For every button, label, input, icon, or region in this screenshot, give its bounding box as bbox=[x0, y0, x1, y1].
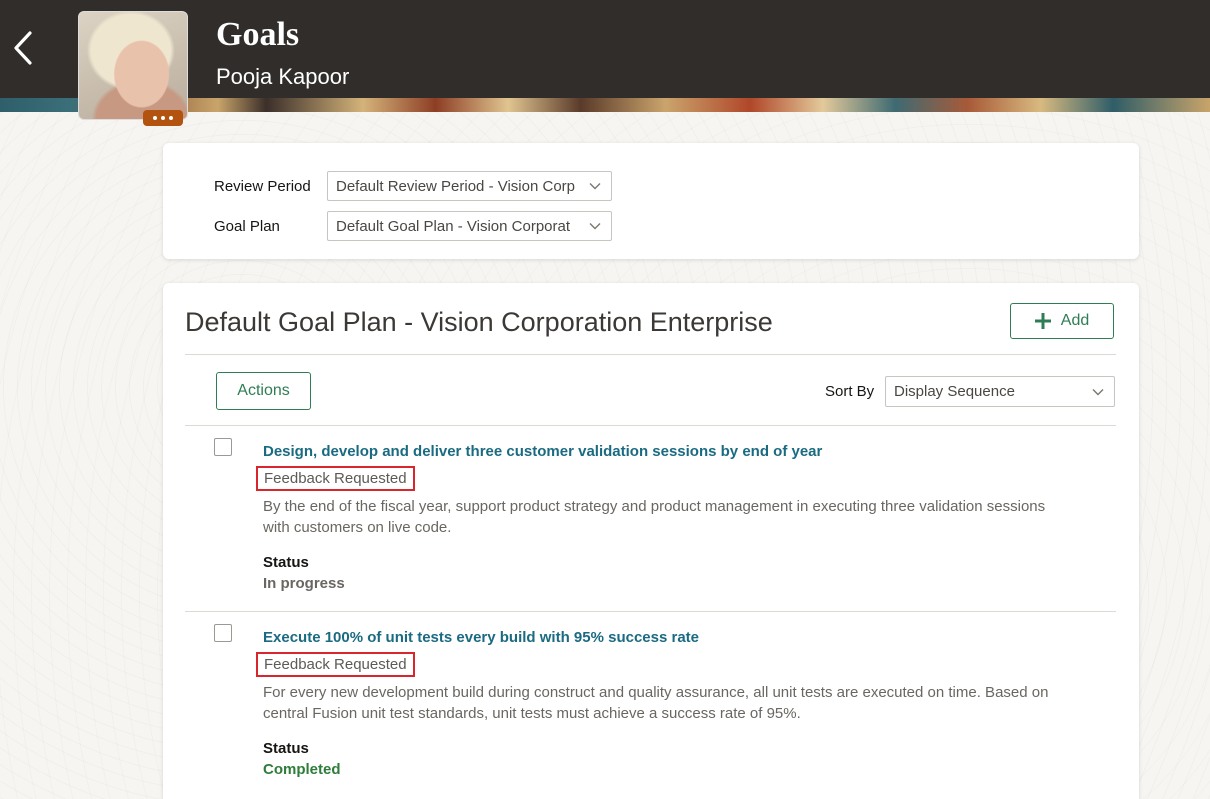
goal-plan-select[interactable]: Default Goal Plan - Vision Corporat bbox=[327, 211, 612, 241]
goal-plan-label: Goal Plan bbox=[214, 217, 280, 235]
goal-list-item: Design, develop and deliver three custom… bbox=[185, 426, 1116, 612]
goal-plan-title: Default Goal Plan - Vision Corporation E… bbox=[185, 307, 773, 337]
add-goal-label: Add bbox=[1060, 312, 1090, 329]
review-period-value: Default Review Period - Vision Corp bbox=[336, 177, 575, 195]
goal-title-link[interactable]: Execute 100% of unit tests every build w… bbox=[263, 629, 699, 646]
back-chevron-icon bbox=[14, 31, 32, 65]
more-dot bbox=[161, 116, 165, 120]
avatar-more-button[interactable] bbox=[143, 110, 183, 126]
sort-by-value: Display Sequence bbox=[894, 383, 1015, 400]
review-period-label: Review Period bbox=[214, 177, 311, 195]
goal-description: For every new development build during c… bbox=[263, 684, 1049, 722]
filter-card: Review Period Default Review Period - Vi… bbox=[163, 143, 1139, 259]
chevron-down-icon bbox=[589, 223, 601, 230]
goal-plan-row: Goal Plan Default Goal Plan - Vision Cor… bbox=[214, 211, 612, 241]
more-dots-icon bbox=[153, 116, 157, 120]
goal-feedback-badge: Feedback Requested bbox=[256, 466, 415, 491]
review-period-row: Review Period Default Review Period - Vi… bbox=[214, 171, 612, 201]
goal-select-checkbox[interactable] bbox=[214, 438, 232, 456]
goal-status-label: Status bbox=[263, 554, 309, 571]
goal-list-item: Execute 100% of unit tests every build w… bbox=[185, 612, 1116, 798]
more-dot bbox=[169, 116, 173, 120]
avatar[interactable] bbox=[78, 11, 188, 120]
goal-status-value: In progress bbox=[263, 575, 345, 592]
goal-feedback-badge: Feedback Requested bbox=[256, 652, 415, 677]
goal-plan-value: Default Goal Plan - Vision Corporat bbox=[336, 217, 571, 235]
back-button[interactable] bbox=[8, 28, 38, 68]
sort-by-label: Sort By bbox=[825, 383, 875, 400]
chevron-down-icon bbox=[589, 183, 601, 190]
page-title: Goals bbox=[216, 16, 300, 53]
add-goal-button[interactable]: Add bbox=[1010, 303, 1114, 339]
sort-by-select[interactable]: Display Sequence bbox=[885, 376, 1115, 407]
actions-button[interactable]: Actions bbox=[216, 372, 311, 410]
review-period-select[interactable]: Default Review Period - Vision Corp bbox=[327, 171, 612, 201]
plus-icon bbox=[1034, 313, 1051, 329]
person-name: Pooja Kapoor bbox=[216, 64, 350, 89]
goal-status-label: Status bbox=[263, 740, 309, 757]
chevron-down-icon bbox=[1092, 389, 1104, 396]
goal-plan-card: Default Goal Plan - Vision Corporation E… bbox=[163, 283, 1139, 799]
goal-status-value: Completed bbox=[263, 761, 341, 778]
title-divider bbox=[185, 354, 1116, 355]
goal-description: By the end of the fiscal year, support p… bbox=[263, 498, 1046, 536]
goal-select-checkbox[interactable] bbox=[214, 624, 232, 642]
goal-title-link[interactable]: Design, develop and deliver three custom… bbox=[263, 443, 822, 460]
